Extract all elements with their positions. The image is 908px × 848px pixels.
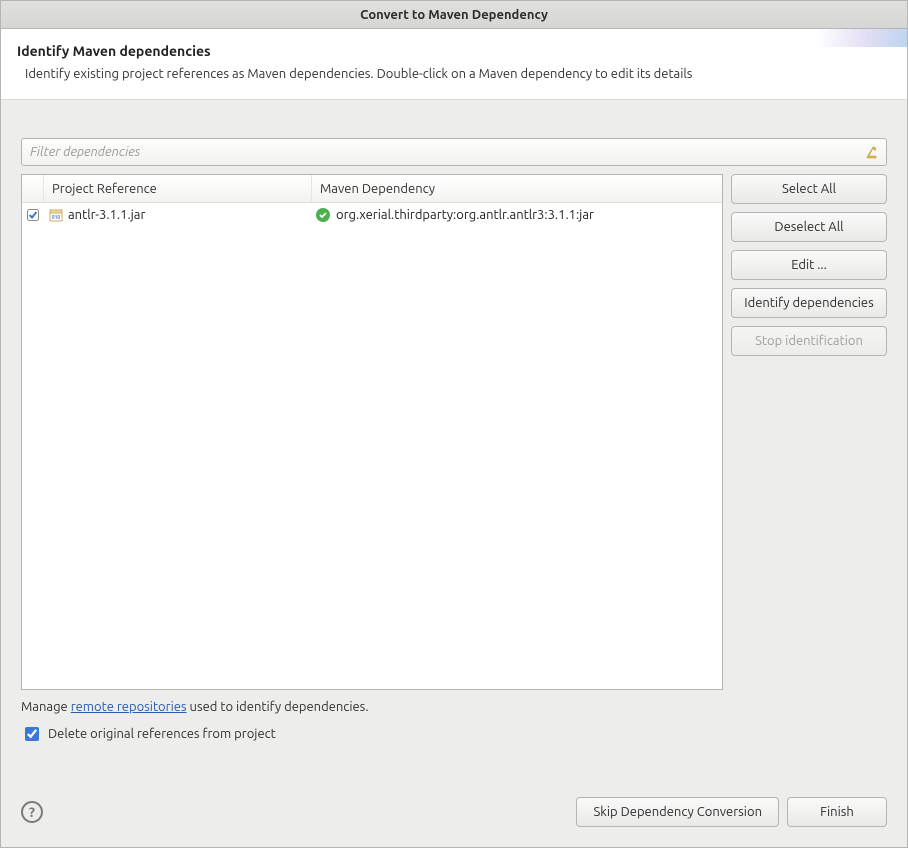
- dependency-table: Project Reference Maven Dependency: [21, 174, 723, 690]
- table-body: 010 antlr-3.1.1.jar org.xerial.: [22, 203, 722, 689]
- stop-identification-button: Stop identification: [731, 326, 887, 356]
- clear-filter-icon[interactable]: [864, 144, 880, 160]
- row-reference-text: antlr-3.1.1.jar: [68, 208, 145, 222]
- delete-original-checkbox[interactable]: [25, 727, 39, 741]
- main-row: Project Reference Maven Dependency: [21, 174, 887, 690]
- dialog-window: Convert to Maven Dependency Identify Mav…: [0, 0, 908, 848]
- finish-button[interactable]: Finish: [787, 797, 887, 827]
- edit-button[interactable]: Edit ...: [731, 250, 887, 280]
- column-header-dependency[interactable]: Maven Dependency: [312, 175, 722, 202]
- deselect-all-button[interactable]: Deselect All: [731, 212, 887, 242]
- row-dependency-text: org.xerial.thirdparty:org.antlr.antlr3:3…: [336, 208, 594, 222]
- table-row[interactable]: 010 antlr-3.1.1.jar org.xerial.: [22, 203, 722, 227]
- body-area: Project Reference Maven Dependency: [1, 100, 907, 789]
- manage-repositories-text: Manage remote repositories used to ident…: [21, 700, 887, 714]
- page-title: Identify Maven dependencies: [17, 43, 891, 59]
- delete-original-label: Delete original references from project: [48, 727, 276, 741]
- success-icon: [316, 208, 330, 222]
- filter-input[interactable]: [28, 144, 864, 160]
- remote-repositories-link[interactable]: remote repositories: [71, 700, 187, 714]
- window-title: Convert to Maven Dependency: [360, 8, 548, 22]
- row-reference-cell: 010 antlr-3.1.1.jar: [44, 207, 312, 223]
- identify-dependencies-button[interactable]: Identify dependencies: [731, 288, 887, 318]
- row-dependency-cell: org.xerial.thirdparty:org.antlr.antlr3:3…: [312, 208, 722, 222]
- delete-original-checkbox-row[interactable]: Delete original references from project: [21, 724, 887, 744]
- footer: ? Skip Dependency Conversion Finish: [1, 789, 907, 847]
- row-checkbox-cell[interactable]: [22, 209, 44, 221]
- side-button-column: Select All Deselect All Edit ... Identif…: [731, 174, 887, 690]
- svg-text:010: 010: [52, 214, 61, 220]
- skip-dependency-conversion-button[interactable]: Skip Dependency Conversion: [576, 797, 779, 827]
- manage-suffix: used to identify dependencies.: [187, 700, 369, 714]
- filter-row: [21, 138, 887, 166]
- checkbox-checked-icon: [27, 209, 39, 221]
- column-header-checkbox: [22, 175, 44, 202]
- page-description: Identify existing project references as …: [25, 67, 891, 81]
- header-banner-decoration: [817, 29, 907, 47]
- titlebar: Convert to Maven Dependency: [1, 1, 907, 29]
- column-header-reference[interactable]: Project Reference: [44, 175, 312, 202]
- help-icon[interactable]: ?: [21, 801, 43, 823]
- header-area: Identify Maven dependencies Identify exi…: [1, 29, 907, 100]
- select-all-button[interactable]: Select All: [731, 174, 887, 204]
- table-header: Project Reference Maven Dependency: [22, 175, 722, 203]
- manage-prefix: Manage: [21, 700, 71, 714]
- jar-file-icon: 010: [48, 207, 64, 223]
